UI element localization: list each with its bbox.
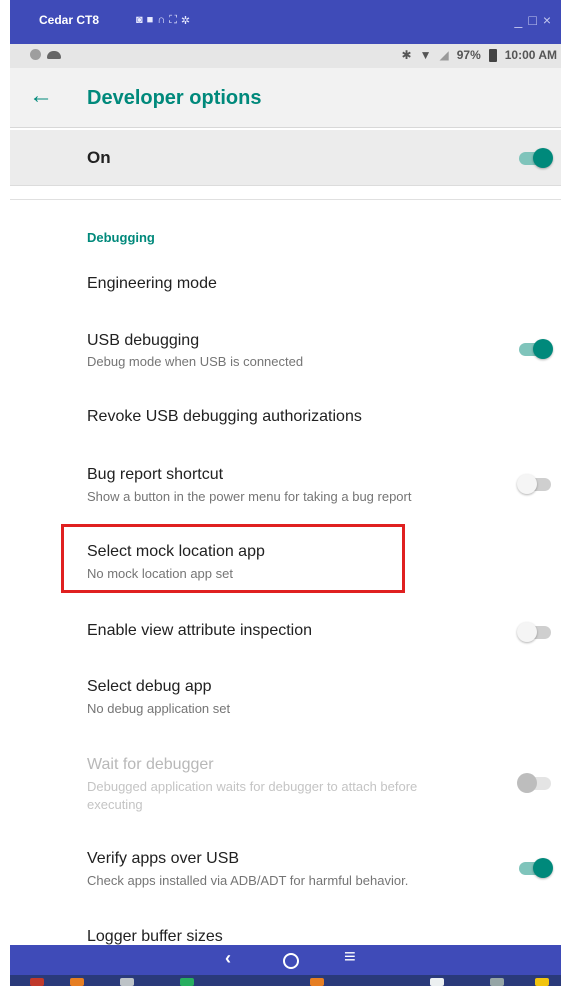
pref-summary-line2: executing (87, 797, 143, 812)
taskbar-app-icon[interactable] (70, 978, 84, 986)
pref-title: Enable view attribute inspection (87, 622, 313, 639)
back-arrow-icon[interactable]: ← (29, 82, 53, 110)
pref-engineering-mode[interactable]: Engineering mode (10, 262, 561, 308)
close-icon[interactable]: × (543, 12, 557, 28)
headset-icon[interactable]: ∩ (157, 14, 165, 27)
circle-icon (30, 49, 41, 60)
app-toolbar: ← Developer options (10, 68, 561, 128)
settings-icon[interactable]: ✲ (181, 14, 190, 27)
taskbar-app-icon[interactable] (120, 978, 134, 986)
clock: 10:00 AM (504, 48, 557, 62)
fullscreen-icon[interactable]: ⛶ (169, 14, 177, 27)
host-taskbar (10, 975, 561, 986)
pref-usb-debugging[interactable]: USB debugging Debug mode when USB is con… (10, 318, 561, 382)
taskbar-app-icon[interactable] (535, 978, 549, 986)
usb-debugging-switch[interactable] (517, 337, 553, 361)
pref-title: Engineering mode (87, 275, 217, 292)
battery-percent: 97% (456, 48, 481, 62)
nav-menu-icon[interactable]: ≡ (344, 946, 356, 969)
pref-title: Verify apps over USB (87, 850, 240, 867)
master-switch-label: On (87, 148, 111, 167)
taskbar-app-icon[interactable] (310, 978, 324, 986)
bluetooth-icon: ✱ (401, 48, 412, 62)
battery-icon (488, 48, 497, 62)
pref-revoke-usb-authorizations[interactable]: Revoke USB debugging authorizations (10, 390, 561, 442)
pref-title: Logger buffer sizes (87, 928, 223, 945)
wifi-icon: ▼ (419, 48, 432, 62)
category-debugging: Debugging (87, 230, 155, 245)
pref-title: USB debugging (87, 332, 200, 349)
video-icon[interactable]: ■ (147, 14, 154, 27)
pref-title: Select mock location app (87, 543, 265, 560)
nav-back-icon[interactable]: ‹ (225, 948, 231, 969)
preference-list[interactable]: Debugging Engineering mode USB debugging… (10, 199, 561, 945)
window-controls: _□× (515, 12, 557, 28)
cloud-icon (47, 50, 61, 59)
taskbar-app-icon[interactable] (430, 978, 444, 986)
emulator-title-bar: Cedar CT8 ◙ ■ ∩ ⛶ ✲ _□× (10, 0, 561, 44)
maximize-icon[interactable]: □ (528, 12, 542, 28)
master-switch-bar[interactable]: On (10, 130, 561, 186)
view-attribute-inspection-switch[interactable] (517, 620, 553, 644)
taskbar-app-icon[interactable] (490, 978, 504, 986)
pref-title: Revoke USB debugging authorizations (87, 408, 362, 425)
bug-report-shortcut-switch[interactable] (517, 472, 553, 496)
page-title: Developer options (87, 87, 262, 109)
verify-apps-over-usb-switch[interactable] (517, 856, 553, 880)
camera-icon[interactable]: ◙ (136, 14, 143, 27)
pref-view-attribute-inspection[interactable]: Enable view attribute inspection (10, 602, 561, 658)
minimize-icon[interactable]: _ (515, 12, 529, 28)
pref-logger-buffer-sizes[interactable]: Logger buffer sizes (10, 914, 561, 945)
master-switch[interactable] (517, 146, 553, 170)
pref-summary: Show a button in the power menu for taki… (87, 489, 412, 504)
pref-select-debug-app[interactable]: Select debug app No debug application se… (10, 666, 561, 726)
taskbar-app-icon[interactable] (180, 978, 194, 986)
pref-summary: Check apps installed via ADB/ADT for har… (87, 873, 409, 888)
pref-select-mock-location-app[interactable]: Select mock location app No mock locatio… (10, 530, 561, 590)
window-toolbar: ◙ ■ ∩ ⛶ ✲ (136, 14, 190, 27)
pref-verify-apps-over-usb[interactable]: Verify apps over USB Check apps installe… (10, 836, 561, 900)
pref-bug-report-shortcut[interactable]: Bug report shortcut Show a button in the… (10, 452, 561, 516)
pref-summary: Debug mode when USB is connected (87, 354, 304, 369)
wait-for-debugger-switch (517, 771, 553, 795)
pref-summary: No debug application set (87, 701, 231, 716)
pref-title: Bug report shortcut (87, 466, 224, 483)
status-bar: ✱ ▼ ◢ 97% 10:00 AM (10, 44, 561, 68)
navigation-bar: ‹ ≡ (10, 945, 561, 975)
pref-wait-for-debugger: Wait for debugger Debugged application w… (10, 742, 561, 820)
nav-home-icon[interactable] (283, 953, 299, 969)
no-signal-icon: ◢ (439, 48, 449, 62)
pref-title: Select debug app (87, 678, 212, 695)
pref-summary: No mock location app set (87, 566, 233, 581)
window-title: Cedar CT8 (39, 13, 100, 27)
pref-summary: Debugged application waits for debugger … (87, 779, 418, 794)
taskbar-app-icon[interactable] (30, 978, 44, 986)
pref-title: Wait for debugger (87, 756, 214, 773)
